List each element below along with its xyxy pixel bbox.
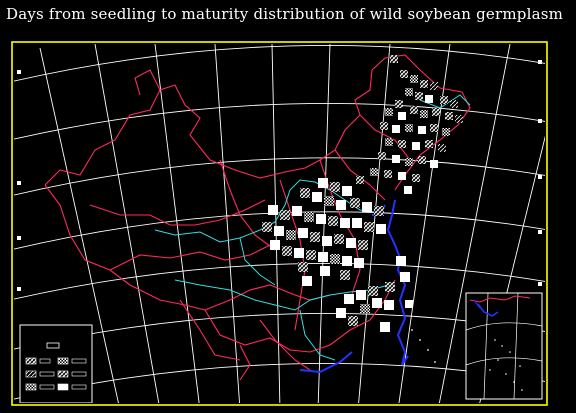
rivers (154, 94, 471, 361)
map-legend (19, 324, 93, 403)
islands (411, 329, 436, 363)
distribution-cells (262, 55, 463, 332)
map-canvas (11, 41, 548, 406)
inset-map (465, 292, 543, 400)
